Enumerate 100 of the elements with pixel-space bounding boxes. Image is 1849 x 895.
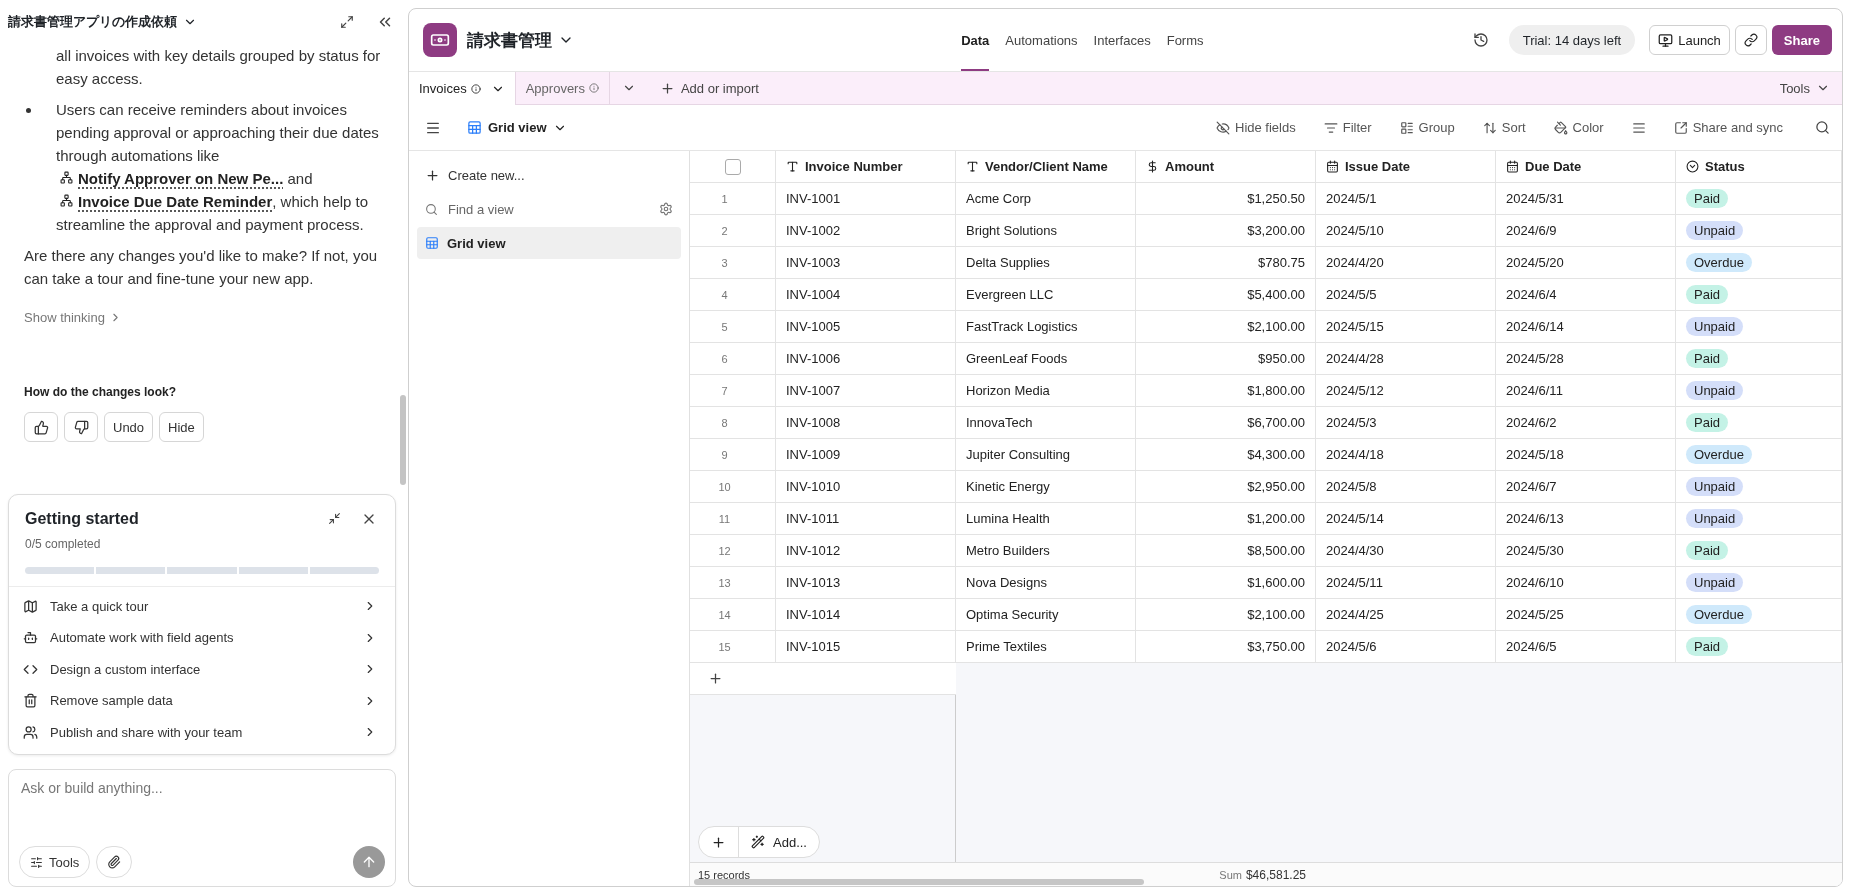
table-cell: $780.75 (1136, 247, 1316, 278)
table-cell: $2,100.00 (1136, 599, 1316, 630)
minimize-icon (328, 512, 341, 525)
scrollbar-thumb[interactable] (400, 395, 406, 485)
table-cell: $1,800.00 (1136, 375, 1316, 406)
attach-button[interactable] (96, 846, 133, 878)
toolbar-button[interactable]: Share and sync (1669, 120, 1787, 135)
table-cell: 2024/5/11 (1316, 567, 1496, 598)
table-cell: 2024/6/14 (1496, 311, 1676, 342)
app-logo-icon (423, 23, 457, 57)
dropdown-field-icon (1686, 160, 1699, 173)
table-cell: INV-1005 (776, 311, 956, 342)
status-tag: Overdue (1686, 445, 1752, 464)
checklist-item[interactable]: Publish and share with your team (9, 716, 395, 748)
tools-menu-button[interactable]: Tools (1767, 72, 1842, 104)
table-cell: 2024/4/18 (1316, 439, 1496, 470)
row-number: 6 (690, 343, 776, 374)
expand-button[interactable] (338, 13, 356, 31)
table-cell: INV-1009 (776, 439, 956, 470)
table-tab[interactable]: Invoices (409, 72, 516, 105)
status-tag: Unpaid (1686, 317, 1744, 336)
automation-link[interactable]: Notify Approver on New Pe... (56, 170, 284, 187)
table-cell: 2024/6/5 (1496, 631, 1676, 662)
settings-icon (659, 202, 673, 216)
share-button[interactable]: Share (1771, 25, 1832, 55)
text-field-icon (786, 160, 799, 173)
feedback-question: How do the changes look? (24, 384, 177, 401)
checklist-item[interactable]: Remove sample data (9, 685, 395, 717)
tools-button[interactable]: Tools (19, 846, 91, 878)
nav-tab[interactable]: Automations (1005, 9, 1078, 71)
row-number: 10 (690, 471, 776, 502)
table-cell: Metro Builders (956, 535, 1136, 566)
checklist-item[interactable]: Design a custom interface (9, 653, 395, 685)
add-or-import-button[interactable]: Add or import (647, 72, 771, 104)
toolbar-button[interactable]: Filter (1319, 120, 1376, 135)
table-cell: 2024/6/13 (1496, 503, 1676, 534)
table-cell: 2024/4/20 (1316, 247, 1496, 278)
launch-button[interactable]: Launch (1649, 25, 1730, 55)
toolbar-button[interactable]: Color (1549, 120, 1608, 135)
add-with-ai-button[interactable]: Add... (738, 827, 819, 857)
column-header[interactable]: Vendor/Client Name (956, 151, 1136, 182)
automation-link[interactable]: Invoice Due Date Reminder (56, 193, 273, 210)
search-button[interactable] (1813, 118, 1832, 137)
select-all-checkbox[interactable] (724, 158, 741, 175)
status-tag: Unpaid (1686, 573, 1744, 592)
play-screen-icon (1658, 32, 1674, 48)
nav-tab[interactable]: Forms (1166, 9, 1204, 71)
table-cell: $8,500.00 (1136, 535, 1316, 566)
table-cell: 2024/5/12 (1316, 375, 1496, 406)
feedback-button[interactable]: Hide (159, 412, 204, 442)
column-header[interactable]: Amount (1136, 151, 1316, 182)
nav-tab[interactable]: Interfaces (1093, 9, 1151, 71)
status-tag: Overdue (1686, 605, 1752, 624)
checklist-item[interactable]: Automate work with field agents (9, 622, 395, 654)
status-tag: Paid (1686, 189, 1729, 208)
table-cell: $950.00 (1136, 343, 1316, 374)
view-item[interactable]: Grid view (417, 227, 681, 259)
table-cell: Jupiter Consulting (956, 439, 1136, 470)
share-icon (1673, 120, 1688, 135)
history-icon (1472, 32, 1489, 48)
thumbs-up-button[interactable] (24, 412, 58, 442)
chat-title[interactable]: 請求書管理アプリの作成依頼 (8, 13, 177, 31)
table-cell: Horizon Media (956, 375, 1136, 406)
column-header[interactable]: Due Date (1496, 151, 1676, 182)
dollar-icon (1146, 160, 1159, 173)
row-number: 8 (690, 407, 776, 438)
table-cell: 2024/4/30 (1316, 535, 1496, 566)
table-cell: GreenLeaf Foods (956, 343, 1136, 374)
robot-icon (23, 630, 38, 646)
table-cell: INV-1011 (776, 503, 956, 534)
paperclip-icon (107, 855, 122, 869)
column-header[interactable]: Status (1676, 151, 1842, 182)
paint-bucket-icon (1553, 120, 1568, 135)
feedback-button[interactable]: Undo (104, 412, 154, 442)
search-icon (1815, 120, 1830, 135)
row-number: 9 (690, 439, 776, 470)
table-tab[interactable]: Approvers (515, 72, 610, 104)
toolbar-button[interactable]: Group (1395, 120, 1459, 135)
minimize-button[interactable] (326, 510, 343, 527)
toolbar-button[interactable]: Hide fields (1212, 120, 1300, 135)
send-button[interactable] (353, 846, 385, 878)
trial-badge[interactable]: Trial: 14 days left (1508, 25, 1636, 55)
column-header[interactable]: Invoice Number (776, 151, 956, 182)
link-icon (1743, 33, 1758, 47)
scrollbar-thumb[interactable] (694, 879, 1144, 885)
view-switcher[interactable]: Grid view (461, 119, 573, 136)
create-view-button[interactable]: Create new... (417, 159, 681, 191)
app-name[interactable]: 請求書管理 (467, 28, 552, 52)
toolbar-button[interactable]: Sort (1478, 120, 1530, 135)
table-cell: Nova Designs (956, 567, 1136, 598)
table-cell: INV-1003 (776, 247, 956, 278)
column-header[interactable]: Issue Date (1316, 151, 1496, 182)
copy-link-button[interactable] (1734, 25, 1767, 55)
calendar-icon (1506, 160, 1519, 173)
grid-icon (425, 236, 439, 250)
thumbs-down-button[interactable] (64, 412, 98, 442)
table-cell: INV-1007 (776, 375, 956, 406)
checklist-item[interactable]: Take a quick tour (9, 590, 395, 622)
chat-input[interactable]: Ask or build anything... Tools (8, 769, 396, 887)
show-thinking-button[interactable]: Show thinking (24, 310, 122, 325)
